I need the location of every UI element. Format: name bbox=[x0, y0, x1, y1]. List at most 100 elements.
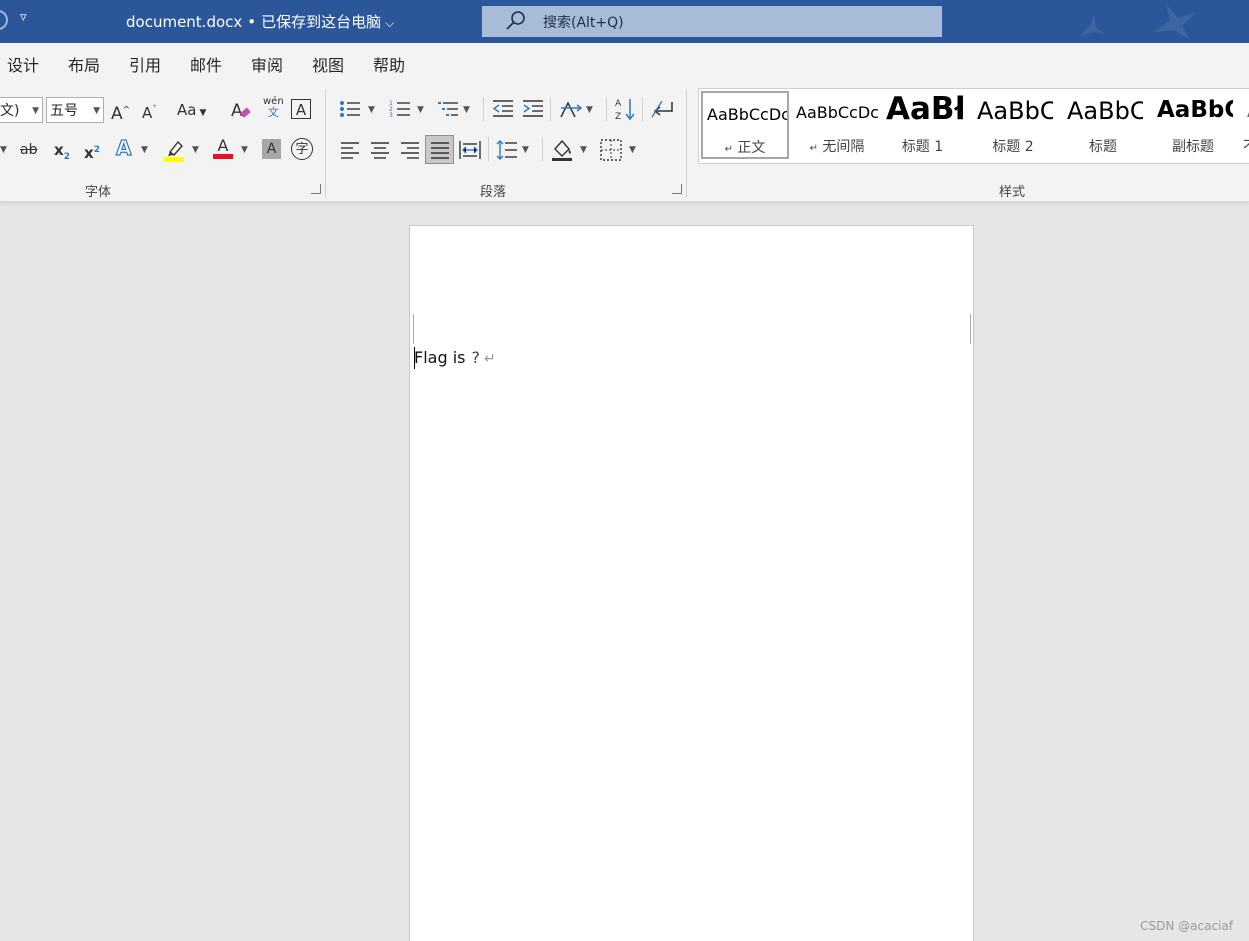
chevron-down-icon[interactable]: ▼ bbox=[141, 145, 148, 155]
chevron-down-icon[interactable]: ▼ bbox=[629, 145, 636, 155]
chinese-layout-icon[interactable] bbox=[559, 99, 583, 119]
separator bbox=[642, 97, 643, 121]
svg-text:Z: Z bbox=[615, 112, 621, 121]
subscript-x: x bbox=[54, 141, 64, 159]
title-bar: ▿ document.docx • 已保存到这台电脑 ⌵ 搜索(Alt+Q) bbox=[0, 0, 1249, 43]
chevron-down-icon[interactable]: ▼ bbox=[192, 145, 199, 155]
chevron-down-icon[interactable]: ▼ bbox=[417, 105, 424, 115]
tab-design[interactable]: 设计 bbox=[7, 52, 39, 76]
paragraph-dialog-launcher-icon[interactable] bbox=[672, 184, 682, 194]
bird-decoration-icon bbox=[1154, 4, 1196, 40]
subscript-digit: 2 bbox=[63, 152, 70, 162]
borders-icon[interactable] bbox=[600, 139, 622, 161]
align-right-icon[interactable] bbox=[400, 140, 420, 160]
shrink-font-button[interactable]: Aˇ bbox=[142, 100, 157, 123]
ribbon: 文) ▼ 五号 ▼ A^ Aˇ Aa ▼ A wén 文 A ▼ ab x2 x2 A… bbox=[0, 83, 1249, 202]
phonetic-guide-button[interactable]: wén 文 bbox=[263, 96, 284, 118]
chevron-down-icon[interactable]: ▼ bbox=[463, 105, 470, 115]
search-placeholder: 搜索(Alt+Q) bbox=[543, 15, 624, 31]
increase-indent-icon[interactable] bbox=[522, 99, 544, 119]
font-dialog-launcher-icon[interactable] bbox=[311, 184, 321, 194]
superscript-button[interactable]: x2 bbox=[84, 140, 100, 163]
svg-text:3: 3 bbox=[389, 112, 393, 119]
decrease-indent-icon[interactable] bbox=[492, 99, 514, 119]
chevron-down-icon[interactable]: ▼ bbox=[368, 105, 375, 115]
document-title[interactable]: document.docx • 已保存到这台电脑 ⌵ bbox=[126, 11, 394, 32]
superscript-digit: 2 bbox=[93, 145, 100, 155]
font-size-combo[interactable]: 五号 ▼ bbox=[46, 97, 104, 123]
title-separator: • bbox=[247, 13, 257, 31]
margin-crop-mark-left bbox=[413, 314, 414, 344]
tab-layout[interactable]: 布局 bbox=[68, 52, 100, 76]
line-spacing-icon[interactable] bbox=[496, 139, 518, 161]
style-heading-1[interactable]: AaBł 标题 1 bbox=[882, 89, 963, 163]
svg-text:A: A bbox=[615, 99, 622, 109]
tab-references[interactable]: 引用 bbox=[129, 52, 161, 76]
separator bbox=[542, 137, 543, 161]
font-size-value: 五号 bbox=[50, 103, 78, 119]
autosave-icon[interactable] bbox=[0, 10, 8, 30]
style-partial[interactable]: A 不 bbox=[1243, 89, 1249, 163]
style-subtitle[interactable]: AaBbC 副标题 bbox=[1153, 89, 1233, 163]
distributed-icon[interactable] bbox=[459, 139, 481, 161]
customize-quick-access-button[interactable]: ▿ bbox=[20, 10, 27, 25]
menu-bar: 设计 布局 引用 邮件 审阅 视图 帮助 bbox=[0, 43, 1249, 83]
chevron-down-icon: ▼ bbox=[0, 145, 7, 155]
style-title[interactable]: AaBbC 标题 bbox=[1063, 89, 1143, 163]
numbering-icon[interactable]: 123 bbox=[389, 99, 411, 119]
chevron-down-icon[interactable]: ▼ bbox=[580, 145, 587, 155]
strikethrough-button[interactable]: ab bbox=[20, 140, 37, 160]
style-normal[interactable]: AaBbCcDc ↵ 正文 bbox=[701, 91, 789, 159]
grow-font-button[interactable]: A^ bbox=[111, 100, 130, 124]
paragraph-group-label: 段落 bbox=[480, 185, 507, 200]
style-name: ↵ 无间隔 bbox=[809, 139, 865, 155]
style-no-spacing[interactable]: AaBbCcDc ↵ 无间隔 bbox=[792, 89, 882, 163]
chevron-down-icon[interactable]: ▼ bbox=[241, 145, 248, 155]
align-center-icon[interactable] bbox=[370, 140, 390, 160]
font-name-combo[interactable]: 文) ▼ bbox=[0, 97, 43, 123]
chevron-down-icon[interactable]: ▼ bbox=[586, 105, 593, 115]
enclose-characters-button[interactable]: 字 bbox=[291, 138, 313, 160]
separator bbox=[488, 137, 489, 161]
font-group-label: 字体 bbox=[85, 185, 112, 200]
chevron-down-icon: ⌵ bbox=[385, 16, 395, 30]
style-name: 标题 1 bbox=[901, 139, 944, 155]
font-color-button[interactable]: A bbox=[213, 136, 233, 159]
separator bbox=[550, 97, 551, 121]
font-name-value: 文) bbox=[0, 103, 20, 119]
tab-mailings[interactable]: 邮件 bbox=[190, 52, 222, 76]
style-preview: AaBł bbox=[886, 91, 963, 127]
show-formatting-marks-icon[interactable] bbox=[650, 99, 674, 119]
styles-gallery: AaBbCcDc ↵ 正文 AaBbCcDc ↵ 无间隔 AaBł 标题 1 A… bbox=[698, 88, 1249, 164]
align-left-icon[interactable] bbox=[340, 140, 360, 160]
tab-view[interactable]: 视图 bbox=[312, 52, 344, 76]
multilevel-list-icon[interactable] bbox=[437, 99, 459, 119]
svg-text:A: A bbox=[231, 101, 243, 121]
style-heading-2[interactable]: AaBbC 标题 2 bbox=[973, 89, 1053, 163]
save-status: 已保存到这台电脑 bbox=[261, 13, 382, 31]
justify-button[interactable] bbox=[425, 135, 454, 164]
separator bbox=[606, 97, 607, 121]
shading-icon[interactable] bbox=[551, 138, 575, 162]
subscript-button[interactable]: x2 bbox=[54, 140, 70, 167]
document-body-text[interactable]: Flag is? ↵ bbox=[414, 348, 496, 367]
chevron-down-icon[interactable]: ▼ bbox=[522, 145, 529, 155]
style-name: 不 bbox=[1243, 136, 1249, 156]
document-page[interactable]: Flag is? ↵ bbox=[409, 225, 974, 941]
clear-formatting-button[interactable]: A bbox=[230, 99, 252, 126]
character-border-button[interactable]: A bbox=[291, 99, 311, 119]
text-effects-button[interactable]: A bbox=[115, 137, 132, 158]
search-icon bbox=[506, 11, 525, 30]
style-name: 副标题 bbox=[1172, 139, 1214, 155]
paragraph-mark-icon: ↵ bbox=[483, 351, 496, 367]
search-box[interactable]: 搜索(Alt+Q) bbox=[482, 6, 942, 37]
change-case-button[interactable]: Aa ▼ bbox=[177, 100, 206, 123]
tab-review[interactable]: 审阅 bbox=[251, 52, 283, 76]
bullets-icon[interactable] bbox=[339, 99, 361, 119]
character-shading-button[interactable]: A bbox=[262, 139, 281, 159]
grow-font-icon: A^ bbox=[111, 103, 131, 124]
highlight-button[interactable] bbox=[164, 138, 186, 167]
tab-help[interactable]: 帮助 bbox=[373, 52, 405, 76]
document-text: Flag is bbox=[414, 348, 466, 367]
sort-icon[interactable]: AZ bbox=[614, 97, 636, 121]
